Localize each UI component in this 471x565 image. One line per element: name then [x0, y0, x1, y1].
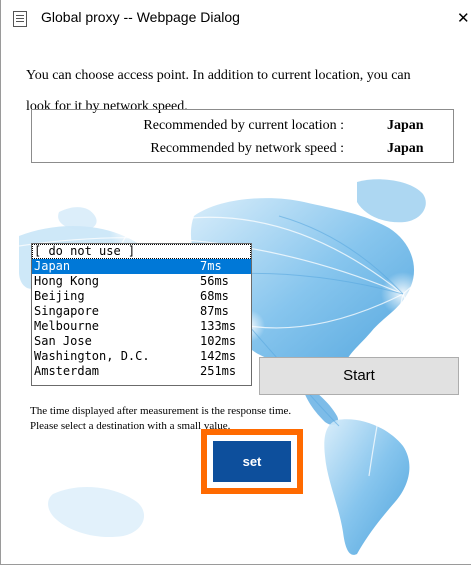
by-location-label: Recommended by current location :	[143, 118, 344, 133]
intro-line-1: You can choose access point. In addition…	[26, 68, 411, 83]
access-point-time: 7ms	[200, 259, 222, 273]
set-button[interactable]: set	[213, 441, 291, 482]
start-button[interactable]: Start	[259, 357, 459, 395]
note-line-1: The time displayed after measurement is …	[30, 405, 292, 417]
access-point-name: Melbourne	[34, 319, 100, 333]
list-item[interactable]: Hong Kong 56ms	[32, 274, 251, 289]
list-item[interactable]: Beijing 68ms	[32, 289, 251, 304]
by-location-value: Japan	[387, 118, 424, 133]
access-point-name: Beijing	[34, 289, 85, 303]
access-point-name: San Jose	[34, 334, 92, 348]
access-point-name: Hong Kong	[34, 274, 100, 288]
list-item[interactable]: San Jose 102ms	[32, 334, 251, 349]
access-point-time: 142ms	[200, 349, 237, 363]
list-item[interactable]: Singapore 87ms	[32, 304, 251, 319]
list-item-selected[interactable]: Japan 7ms	[32, 259, 251, 274]
access-point-time: 133ms	[200, 319, 237, 333]
access-point-name: Washington, D.C.	[34, 349, 150, 363]
recommendation-by-location: Recommended by current location : Japan	[32, 118, 453, 138]
access-point-name: Amsterdam	[34, 364, 100, 378]
access-point-time: 102ms	[200, 334, 237, 348]
access-point-time: 68ms	[200, 289, 229, 303]
list-item[interactable]: Washington, D.C. 142ms	[32, 349, 251, 364]
access-point-time: 56ms	[200, 274, 229, 288]
window-title: Global proxy -- Webpage Dialog	[41, 9, 240, 25]
list-item[interactable]: [ do not use ]	[32, 244, 251, 259]
by-speed-label: Recommended by network speed :	[150, 141, 344, 156]
list-item[interactable]: Amsterdam 251ms	[32, 364, 251, 379]
close-icon[interactable]: ✕	[457, 4, 471, 32]
access-point-time: 251ms	[200, 364, 237, 378]
recommendation-by-speed: Recommended by network speed : Japan	[32, 141, 453, 161]
access-point-name: [ do not use ]	[34, 244, 136, 258]
document-icon	[13, 11, 27, 27]
proxy-dialog: Global proxy -- Webpage Dialog ✕ You can…	[0, 0, 471, 565]
access-point-name: Japan	[34, 259, 71, 273]
access-point-name: Singapore	[34, 304, 100, 318]
list-item[interactable]: Melbourne 133ms	[32, 319, 251, 334]
access-point-list[interactable]: [ do not use ] Japan 7ms Hong Kong 56ms …	[31, 243, 252, 386]
by-speed-value: Japan	[387, 141, 424, 156]
recommendation-box: Recommended by current location : Japan …	[31, 109, 454, 163]
access-point-time: 87ms	[200, 304, 229, 318]
title-bar: Global proxy -- Webpage Dialog ✕	[1, 0, 471, 36]
